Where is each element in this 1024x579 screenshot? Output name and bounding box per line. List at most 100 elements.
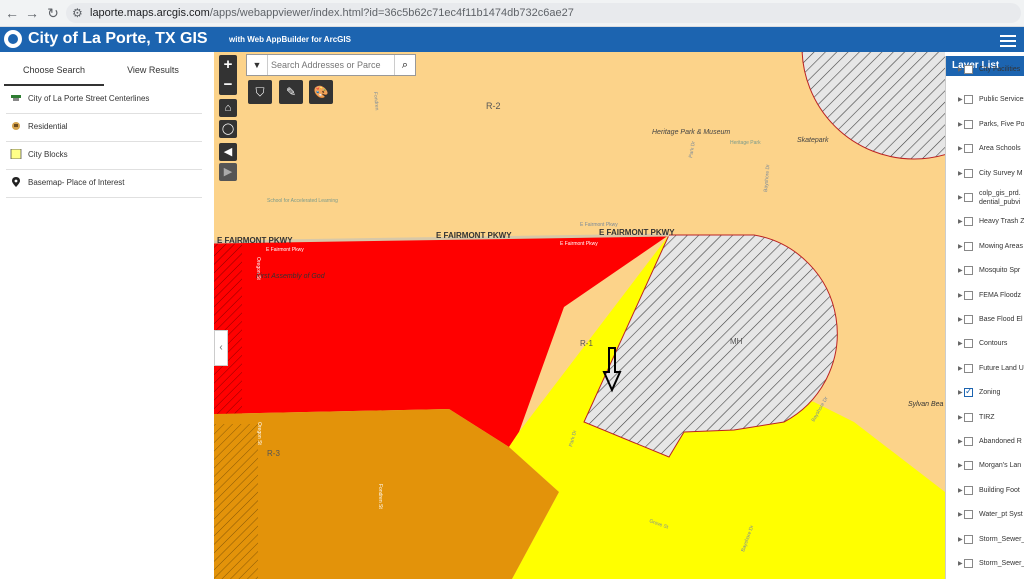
expand-caret-icon[interactable]: ▶ bbox=[958, 235, 963, 259]
layer-row[interactable]: ▶ Building Foot bbox=[946, 479, 1024, 503]
map-view[interactable]: R-2 Heritage Park & Museum Heritage Park… bbox=[214, 52, 945, 579]
expand-caret-icon[interactable]: ▶ bbox=[958, 430, 963, 454]
layer-row[interactable]: ▶ Water_pt Syst bbox=[946, 503, 1024, 527]
layer-row[interactable]: ▶ Parks, Five Points bbox=[946, 113, 1024, 137]
tab-view-results[interactable]: View Results bbox=[104, 62, 202, 84]
site-info-icon[interactable]: ⚙ bbox=[72, 3, 83, 23]
layer-widget-icon[interactable]: ⛉ bbox=[248, 80, 272, 104]
search-icon[interactable]: ⌕ bbox=[394, 55, 415, 75]
list-menu-icon[interactable] bbox=[1000, 32, 1016, 48]
zoom-in-icon[interactable]: + bbox=[219, 55, 237, 75]
tab-choose-search[interactable]: Choose Search bbox=[4, 62, 104, 86]
previous-extent-icon[interactable]: ◀ bbox=[219, 143, 237, 161]
layer-checkbox[interactable] bbox=[964, 290, 973, 300]
layer-row[interactable]: ▶ Mosquito Spr bbox=[946, 259, 1024, 283]
layer-row[interactable]: ▶ colp_gis_prd. dential_pubvi bbox=[946, 186, 1024, 210]
layer-row[interactable]: ▶ Storm_Sewer_ bbox=[946, 552, 1024, 576]
layer-checkbox[interactable] bbox=[964, 363, 973, 373]
expand-caret-icon[interactable]: ▶ bbox=[958, 113, 963, 137]
layer-checkbox[interactable] bbox=[964, 144, 973, 154]
zoning-map[interactable]: R-2 Heritage Park & Museum Heritage Park… bbox=[214, 52, 945, 579]
layer-checkbox[interactable] bbox=[964, 412, 973, 422]
expand-caret-icon[interactable]: ▶ bbox=[958, 308, 963, 332]
layer-row[interactable]: ▶ TIRZ bbox=[946, 406, 1024, 430]
expand-caret-icon[interactable]: ▶ bbox=[958, 552, 963, 576]
address-bar[interactable]: ⚙ laporte.maps.arcgis.com/apps/webappvie… bbox=[66, 3, 1021, 23]
layer-checkbox[interactable] bbox=[964, 559, 973, 568]
layer-checkbox[interactable] bbox=[964, 119, 973, 129]
layer-checkbox[interactable] bbox=[964, 461, 973, 471]
layer-name: Mowing Areas bbox=[979, 242, 1023, 250]
layer-row[interactable]: ▶ Zoning bbox=[946, 381, 1024, 405]
layer-row[interactable]: ▶ Mowing Areas bbox=[946, 235, 1024, 259]
layer-row[interactable]: ▶ City Survey M bbox=[946, 162, 1024, 186]
search-item-street-centerlines[interactable]: City of La Porte Street Centerlines bbox=[6, 85, 202, 114]
street-layer-icon bbox=[11, 95, 21, 101]
layer-row[interactable]: ▶ City Facilities bbox=[946, 64, 1024, 76]
draw-palette-icon[interactable]: 🎨 bbox=[309, 80, 333, 104]
layer-row[interactable]: ▶ Contours bbox=[946, 332, 1024, 356]
expand-caret-icon[interactable]: ▶ bbox=[958, 479, 963, 503]
expand-caret-icon[interactable]: ▶ bbox=[958, 88, 963, 112]
layer-name: Public Services bbox=[979, 96, 1024, 104]
expand-caret-icon[interactable]: ▶ bbox=[958, 357, 963, 381]
expand-caret-icon[interactable]: ▶ bbox=[958, 259, 963, 283]
expand-caret-icon[interactable]: ▶ bbox=[958, 64, 963, 76]
locate-icon[interactable]: ◯ bbox=[219, 120, 237, 138]
layer-checkbox[interactable] bbox=[964, 168, 973, 178]
layer-row[interactable]: ▶ Abandoned R bbox=[946, 430, 1024, 454]
layer-row[interactable]: ▶ Future Land U bbox=[946, 357, 1024, 381]
zoom-out-icon[interactable]: − bbox=[219, 75, 237, 95]
search-item-residential[interactable]: Residential bbox=[6, 113, 202, 142]
search-item-city-blocks[interactable]: City Blocks bbox=[6, 141, 202, 170]
layer-row[interactable]: ▶ Base Flood El bbox=[946, 308, 1024, 332]
layer-checkbox[interactable] bbox=[964, 510, 973, 520]
layer-checkbox[interactable] bbox=[964, 95, 973, 105]
search-input[interactable] bbox=[269, 56, 393, 74]
expand-caret-icon[interactable]: ▶ bbox=[958, 137, 963, 161]
layer-name: FEMA Floodz bbox=[979, 291, 1022, 299]
next-extent-icon[interactable]: ▶ bbox=[219, 163, 237, 181]
zone-red-hatched[interactable] bbox=[214, 242, 242, 414]
back-arrow-icon[interactable]: ← bbox=[2, 3, 22, 23]
layer-checkbox[interactable] bbox=[964, 386, 973, 398]
measure-icon[interactable]: ✎ bbox=[279, 80, 303, 104]
expand-caret-icon[interactable]: ▶ bbox=[958, 454, 963, 478]
layer-row[interactable]: ▶ Heavy Trash Z bbox=[946, 210, 1024, 234]
layer-checkbox[interactable] bbox=[964, 485, 973, 495]
expand-caret-icon[interactable]: ▶ bbox=[958, 503, 963, 527]
layer-checkbox[interactable] bbox=[964, 437, 973, 446]
label-school: School for Accelerated Learning bbox=[267, 198, 338, 204]
layer-checkbox[interactable] bbox=[964, 193, 973, 202]
layer-name: Mosquito Spr bbox=[979, 267, 1021, 275]
layer-checkbox[interactable] bbox=[964, 65, 973, 74]
layer-checkbox[interactable] bbox=[964, 241, 973, 251]
layer-row[interactable]: ▶ FEMA Floodz bbox=[946, 284, 1024, 308]
layer-checkbox[interactable] bbox=[964, 315, 973, 324]
layer-checkbox[interactable] bbox=[964, 534, 973, 544]
forward-arrow-icon[interactable]: → bbox=[22, 3, 42, 23]
expand-caret-icon[interactable]: ▶ bbox=[958, 381, 963, 405]
expand-caret-icon[interactable]: ▶ bbox=[958, 332, 963, 356]
label-fairmont-1: E FAIRMONT PKWY bbox=[217, 236, 293, 245]
layer-checkbox[interactable] bbox=[964, 339, 973, 349]
layer-checkbox[interactable] bbox=[964, 217, 973, 227]
app-subtitle: with Web AppBuilder for ArcGIS bbox=[229, 35, 351, 44]
zone-orange-hatched[interactable] bbox=[214, 424, 258, 579]
expand-caret-icon[interactable]: ▶ bbox=[958, 186, 963, 210]
panel-collapse-icon[interactable]: ‹ bbox=[214, 330, 228, 366]
expand-caret-icon[interactable]: ▶ bbox=[958, 528, 963, 552]
layer-row[interactable]: ▶ Public Services bbox=[946, 88, 1024, 112]
expand-caret-icon[interactable]: ▶ bbox=[958, 406, 963, 430]
layer-row[interactable]: ▶ Morgan's Lan bbox=[946, 454, 1024, 478]
layer-row[interactable]: ▶ Storm_Sewer_ bbox=[946, 528, 1024, 552]
expand-caret-icon[interactable]: ▶ bbox=[958, 210, 963, 234]
layer-checkbox[interactable] bbox=[964, 266, 973, 276]
layer-row[interactable]: ▶ Area Schools bbox=[946, 137, 1024, 161]
home-icon[interactable]: ⌂ bbox=[219, 99, 237, 117]
expand-caret-icon[interactable]: ▶ bbox=[958, 162, 963, 186]
search-dropdown-icon[interactable]: ▼ bbox=[247, 55, 268, 75]
expand-caret-icon[interactable]: ▶ bbox=[958, 284, 963, 308]
search-item-place-of-interest[interactable]: Basemap- Place of Interest bbox=[6, 169, 202, 198]
reload-icon[interactable]: ↻ bbox=[43, 3, 63, 23]
